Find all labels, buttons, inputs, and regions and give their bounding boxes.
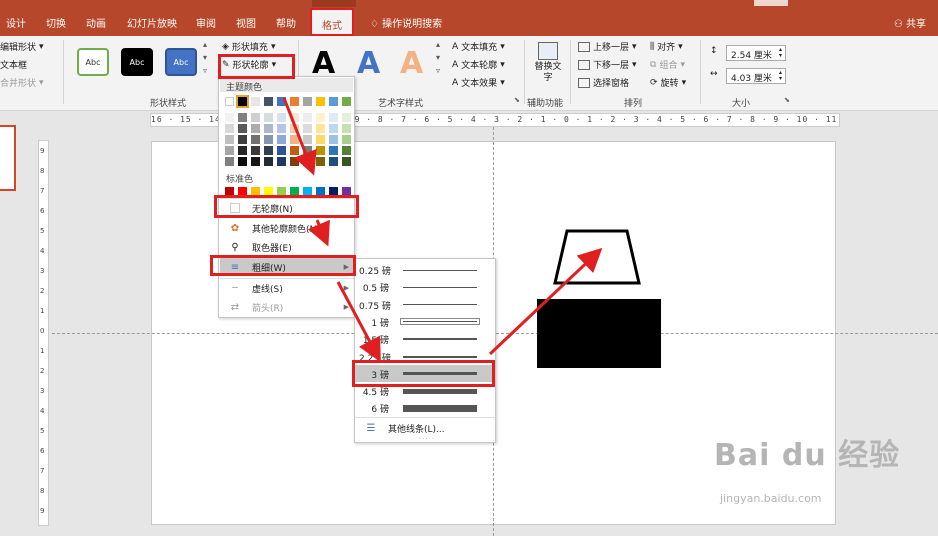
arrow-to-shape: [488, 247, 603, 356]
arrow-to-more-colors: [307, 219, 330, 247]
arrow-to-3pt: [336, 281, 381, 363]
arrow-to-outline-colors: [282, 97, 317, 176]
annotation-arrows: [282, 97, 603, 363]
